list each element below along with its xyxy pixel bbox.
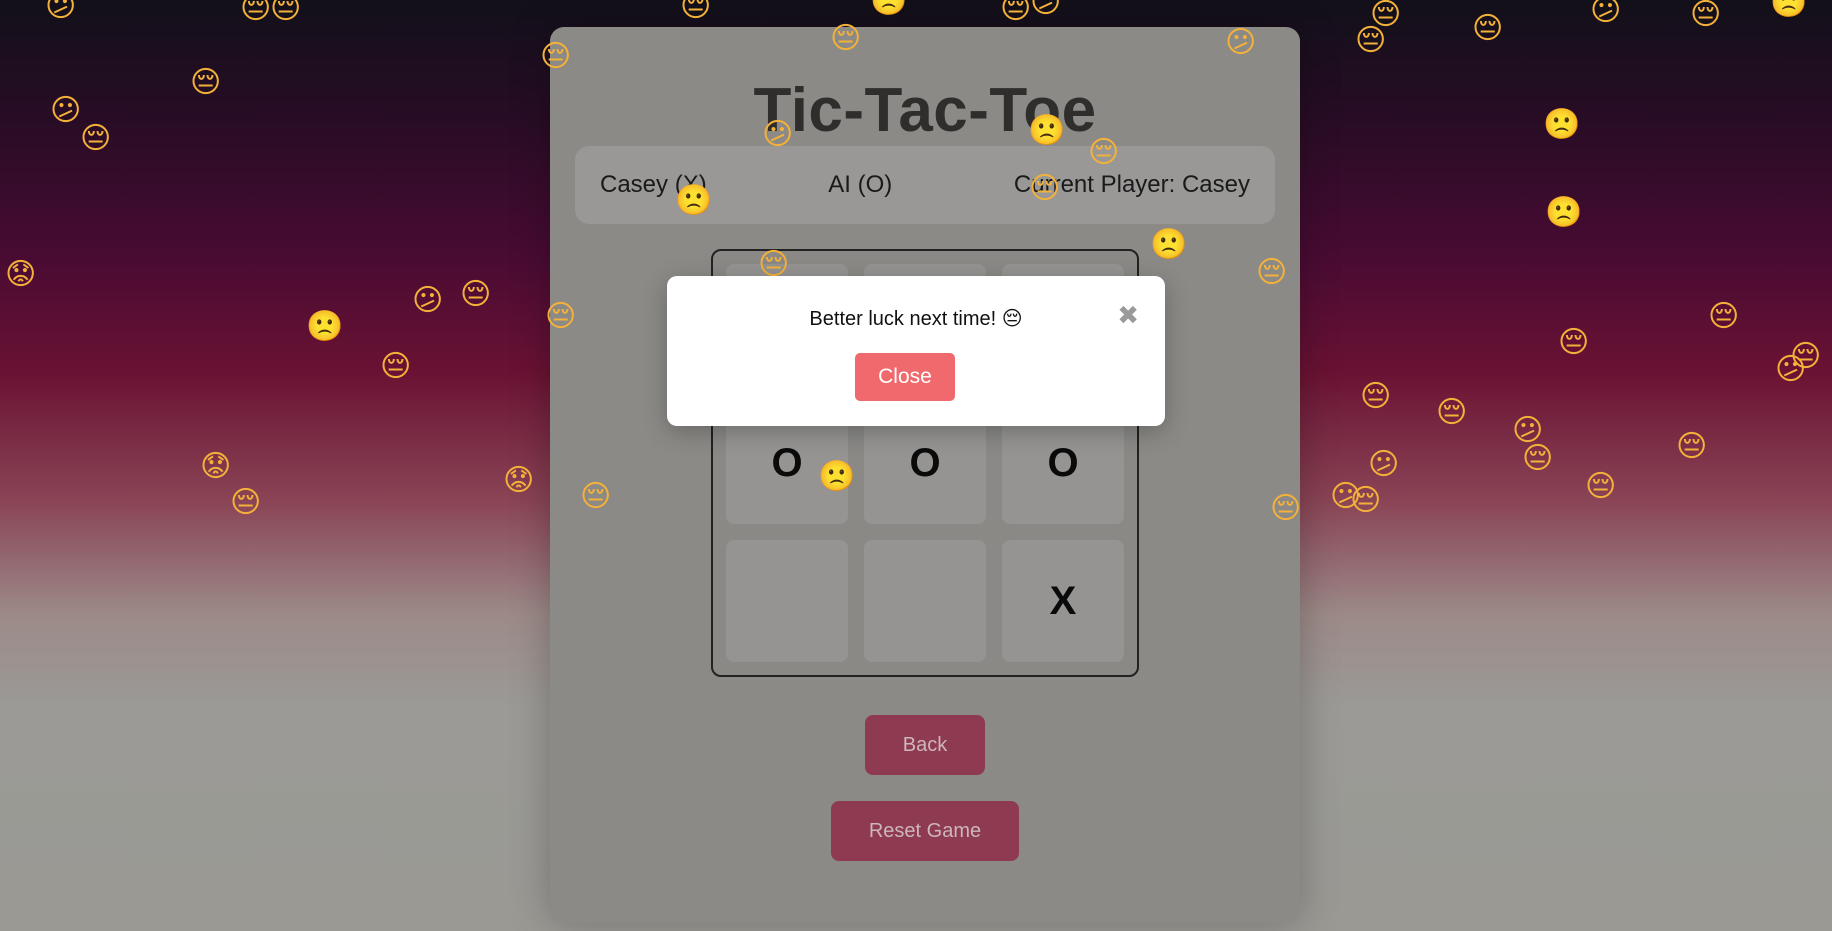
falling-emoji-icon: 😔 — [1029, 171, 1061, 206]
falling-emoji-icon: 🙁 — [1543, 107, 1581, 142]
falling-emoji-icon: 😕 — [1225, 25, 1257, 60]
falling-emoji-icon: 😔 — [1558, 325, 1590, 360]
result-message: Better luck next time! 😔 — [809, 308, 1023, 330]
falling-emoji-icon: 😔 — [1472, 11, 1504, 46]
falling-emoji-icon: 😔 — [1270, 491, 1302, 526]
falling-emoji-icon: 😔 — [1256, 255, 1288, 290]
falling-emoji-icon: 😔 — [830, 21, 862, 56]
falling-emoji-icon: 😟 — [200, 449, 232, 484]
falling-emoji-icon: 😔 — [540, 39, 572, 74]
falling-emoji-icon: 😔 — [1000, 0, 1032, 26]
falling-emoji-icon: 😔 — [1708, 299, 1740, 334]
falling-emoji-icon: 😔 — [1676, 429, 1708, 464]
falling-emoji-icon: 😔 — [680, 0, 712, 24]
falling-emoji-icon: 😕 — [45, 0, 77, 24]
falling-emoji-icon: 🙁 — [1028, 113, 1066, 148]
falling-emoji-icon: 😕 — [412, 283, 444, 318]
falling-emoji-icon: 😔 — [1436, 395, 1468, 430]
falling-emoji-icon: 😟 — [5, 257, 37, 292]
falling-emoji-icon: 😔 — [1355, 23, 1387, 58]
falling-emoji-icon: 🙁 — [675, 183, 713, 218]
falling-emoji-icon: 🙁 — [306, 309, 344, 344]
falling-emoji-icon: 🙁 — [1770, 0, 1808, 20]
falling-emoji-icon: 😔 — [230, 485, 262, 520]
falling-emoji-icon: 😔 — [1585, 469, 1617, 504]
falling-emoji-icon: 😔 — [240, 0, 272, 26]
falling-emoji-icon: 🙁 — [1150, 227, 1188, 262]
falling-emoji-icon: 😔 — [1360, 379, 1392, 414]
modal-close-button[interactable]: Close — [855, 353, 955, 401]
falling-emoji-icon: 😔 — [1522, 441, 1554, 476]
falling-emoji-icon: 😔 — [460, 277, 492, 312]
falling-emoji-icon: 😔 — [1350, 483, 1382, 518]
falling-emoji-icon: 😕 — [50, 93, 82, 128]
falling-emoji-icon: 😕 — [1368, 447, 1400, 482]
result-modal: Better luck next time! 😔 ✖ Close — [667, 276, 1165, 426]
falling-emoji-icon: 😕 — [1775, 352, 1807, 387]
falling-emoji-icon: 😕 — [1030, 0, 1062, 20]
falling-emoji-icon: 😕 — [762, 117, 794, 152]
falling-emoji-icon: 😔 — [190, 65, 222, 100]
falling-emoji-icon: 😔 — [1088, 135, 1120, 170]
falling-emoji-icon: 😔 — [545, 299, 577, 334]
falling-emoji-icon: 😔 — [270, 0, 302, 26]
falling-emoji-icon: 😔 — [80, 121, 112, 156]
close-icon[interactable]: ✖ — [1117, 302, 1139, 328]
falling-emoji-icon: 😔 — [580, 479, 612, 514]
falling-emoji-icon: 🙁 — [870, 0, 908, 18]
falling-emoji-icon: 😔 — [1690, 0, 1722, 32]
falling-emoji-icon: 😟 — [503, 463, 535, 498]
falling-emoji-icon: 🙁 — [1545, 195, 1583, 230]
falling-emoji-icon: 😕 — [1590, 0, 1622, 28]
falling-emoji-icon: 😔 — [380, 349, 412, 384]
falling-emoji-icon: 🙁 — [818, 459, 856, 494]
